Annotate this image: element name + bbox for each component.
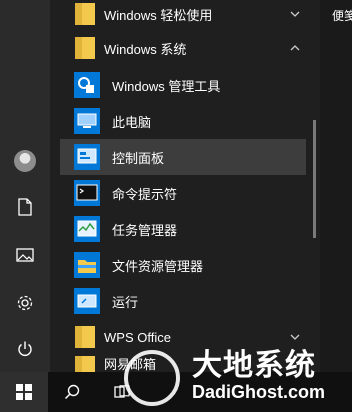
folder-icon — [75, 37, 95, 59]
list-item-label: 任务管理器 — [112, 222, 178, 238]
list-item[interactable]: 任务管理器 — [50, 211, 316, 247]
chevron-down-icon — [290, 334, 300, 340]
start-rail — [0, 0, 50, 372]
list-item-label: Windows 轻松使用 — [104, 7, 213, 23]
list-item-label: 命令提示符 — [112, 186, 178, 202]
list-item-label: WPS Office — [104, 329, 171, 345]
list-item[interactable]: 网易邮箱 — [50, 352, 316, 372]
control-panel-icon — [74, 144, 100, 170]
list-item-label: 文件资源管理器 — [112, 258, 204, 274]
list-item[interactable]: 命令提示符 — [50, 175, 316, 211]
list-item[interactable]: Windows 系统 — [50, 30, 316, 66]
app-list: Windows 轻松使用 Windows 系统 Windows 管理工具 此电脑… — [50, 0, 316, 372]
documents-button[interactable] — [0, 184, 50, 230]
avatar — [14, 150, 36, 172]
task-manager-icon — [74, 216, 100, 242]
admin-tools-icon — [74, 72, 100, 98]
power-icon — [18, 341, 32, 356]
power-button[interactable] — [0, 326, 50, 372]
windows-logo-icon — [16, 384, 32, 400]
document-icon — [18, 198, 32, 216]
user-account-button[interactable] — [0, 138, 50, 184]
list-item-label: Windows 系统 — [104, 41, 187, 57]
picture-icon — [16, 248, 34, 262]
gear-icon — [17, 295, 33, 311]
tile-group-title: 便笺 — [332, 9, 352, 23]
folder-icon — [75, 3, 95, 25]
chevron-down-icon — [290, 11, 300, 17]
list-item-label: 运行 — [112, 294, 139, 310]
list-item-label: Windows 管理工具 — [112, 78, 221, 94]
start-button[interactable] — [0, 372, 48, 412]
folder-icon — [75, 326, 95, 348]
settings-button[interactable] — [0, 280, 50, 326]
tiles-pane: 便笺 — [320, 0, 352, 372]
list-item[interactable]: Windows 轻松使用 — [50, 0, 316, 32]
search-button[interactable] — [52, 372, 92, 412]
search-icon — [64, 384, 80, 400]
task-view-icon — [114, 385, 130, 398]
folder-icon — [75, 356, 95, 372]
list-item[interactable]: 文件资源管理器 — [50, 247, 316, 283]
list-item-control-panel[interactable]: 控制面板 — [60, 139, 306, 175]
list-item-label: 控制面板 — [112, 150, 165, 166]
chevron-up-icon — [290, 45, 300, 51]
this-pc-icon — [74, 108, 100, 134]
task-view-button[interactable] — [104, 372, 140, 412]
list-item-label: 此电脑 — [112, 114, 152, 130]
run-icon — [74, 288, 100, 314]
list-item[interactable]: 运行 — [50, 283, 316, 319]
pictures-button[interactable] — [0, 232, 50, 278]
list-item[interactable]: WPS Office — [50, 319, 316, 355]
list-item[interactable]: Windows 管理工具 — [50, 67, 316, 103]
taskbar — [0, 372, 352, 412]
file-explorer-icon — [74, 252, 100, 278]
list-item-label: 网易邮箱 — [104, 357, 157, 372]
list-item[interactable]: 此电脑 — [50, 103, 316, 139]
terminal-icon — [74, 180, 100, 206]
scrollbar[interactable] — [313, 120, 316, 238]
